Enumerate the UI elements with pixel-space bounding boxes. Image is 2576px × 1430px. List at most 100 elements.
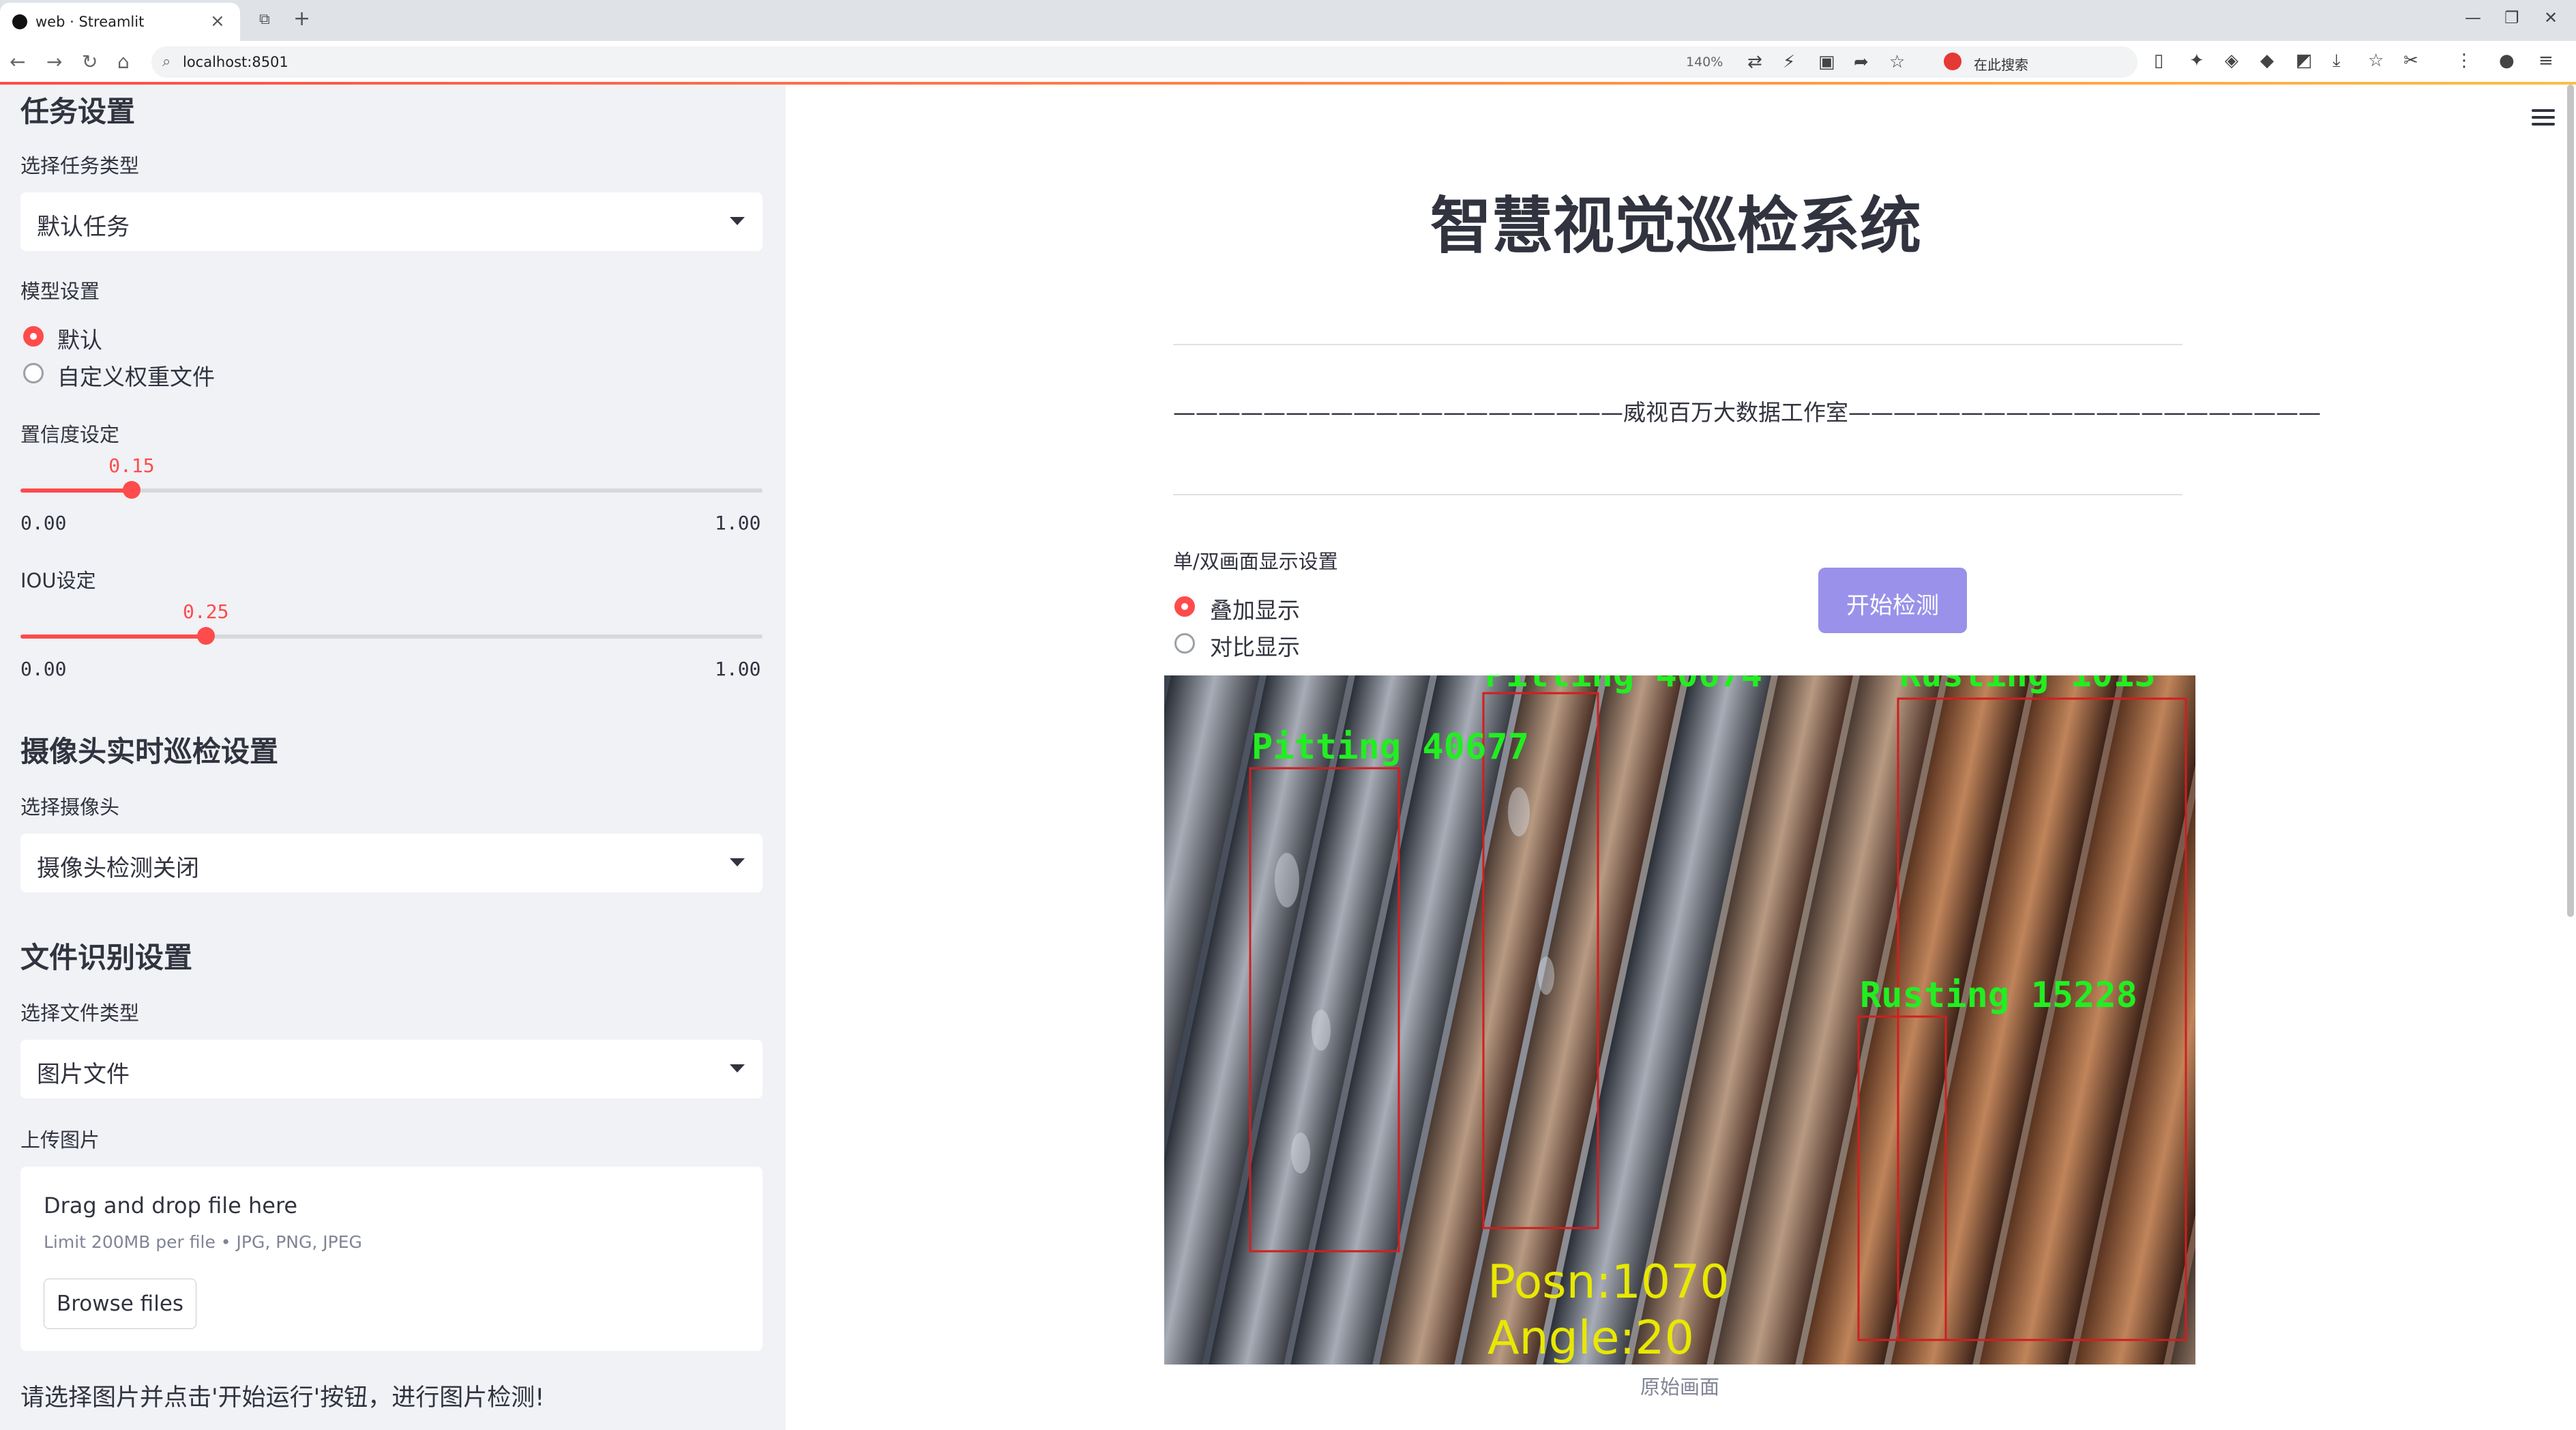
detection-label: Pitting 40677 [1252, 727, 1529, 768]
minimize-icon[interactable]: — [2465, 8, 2481, 27]
back-icon[interactable]: ← [10, 50, 25, 73]
task-type-label: 选择任务类型 [20, 154, 140, 177]
model-settings-label: 模型设置 [20, 280, 100, 303]
start-detection-button[interactable]: 开始检测 [1818, 568, 1967, 633]
file-type-select[interactable]: 图片文件 [20, 1040, 763, 1098]
tab-close-icon[interactable]: × [210, 11, 225, 31]
confidence-slider-fill [20, 488, 132, 493]
forward-icon[interactable]: → [46, 50, 62, 73]
upload-label: 上传图片 [20, 1128, 100, 1152]
menu-dots-icon[interactable]: ⋮ [2455, 50, 2473, 71]
confidence-slider[interactable] [20, 481, 763, 499]
sidebar: 任务设置 选择任务类型 默认任务 模型设置 默认 自定义权重文件 置信度设定 0… [0, 85, 786, 1430]
task-type-select[interactable]: 默认任务 [20, 192, 763, 251]
confidence-label: 置信度设定 [20, 423, 120, 446]
iou-slider-fill [20, 634, 206, 639]
extension-icon[interactable]: ◩ [2296, 50, 2313, 71]
radio-compare-display[interactable] [1174, 633, 1195, 654]
share-icon[interactable]: ➦ [1854, 52, 1869, 72]
camera-settings-heading: 摄像头实时巡检设置 [20, 735, 279, 768]
avatar[interactable]: ● [2499, 50, 2515, 71]
extension-icon[interactable]: ◆ [2260, 50, 2274, 71]
iou-value: 0.25 [183, 600, 229, 623]
angle-readout: Angle:20 [1487, 1311, 1694, 1365]
radio-custom-weights-label[interactable]: 自定义权重文件 [57, 359, 215, 392]
address-bar[interactable]: ⌕ localhost:8501 140% ⇄ ⚡ ▣ ➦ ☆ [151, 46, 2075, 78]
reload-icon[interactable]: ↻ [82, 50, 98, 73]
lightning-icon[interactable]: ⚡ [1783, 52, 1795, 72]
radio-default-model-label[interactable]: 默认 [57, 322, 102, 355]
sidebar-hint: 请选择图片并点击'开始运行'按钮，进行图片检测! [20, 1384, 545, 1412]
address-url: localhost:8501 [183, 54, 288, 70]
camera-select[interactable]: 摄像头检测关闭 [20, 834, 763, 892]
radio-overlay-display-label[interactable]: 叠加显示 [1210, 592, 1300, 625]
bookmark-star-icon[interactable]: ☆ [1889, 52, 1905, 72]
chevron-down-icon [730, 1064, 745, 1072]
scrollbar[interactable] [2567, 85, 2574, 917]
tab-title: web · Streamlit [35, 14, 145, 30]
display-mode-label: 单/双画面显示设置 [1173, 550, 1338, 573]
translate-icon[interactable]: ⇄ [1747, 52, 1762, 72]
dropzone-title: Drag and drop file here [44, 1193, 298, 1219]
file-settings-heading: 文件识别设置 [20, 941, 193, 974]
dropzone-limit: Limit 200MB per file • JPG, PNG, JPEG [44, 1232, 362, 1252]
hamburger-menu-icon[interactable] [2532, 109, 2555, 130]
detection-image-svg: Pitting 40677 Pitting 40674 Rusting 1013… [1164, 675, 2195, 1365]
search-icon: ⌕ [162, 53, 171, 70]
studio-line: ————————————————————威视百万大数据工作室——————————… [1173, 399, 2321, 426]
iou-slider-thumb[interactable] [197, 627, 215, 645]
position-readout: Posn:1070 [1487, 1255, 1730, 1309]
task-type-value: 默认任务 [37, 214, 130, 241]
new-tab-icon[interactable]: + [293, 7, 310, 31]
tab-groups-icon[interactable]: ⧉ [259, 11, 270, 28]
detection-label: Pitting 40674 [1485, 675, 1762, 695]
confidence-min: 0.00 [20, 512, 67, 534]
browser-tab[interactable]: web · Streamlit × [0, 3, 240, 41]
download-icon[interactable]: ⤓ [2333, 50, 2341, 72]
radio-default-model[interactable] [23, 326, 44, 347]
reading-mode-icon[interactable]: ▯ [2154, 50, 2163, 71]
main-content: 智慧视觉巡检系统 ————————————————————威视百万大数据工作室—… [786, 85, 2576, 1430]
iou-min: 0.00 [20, 658, 67, 680]
radio-overlay-display[interactable] [1174, 596, 1195, 617]
page-title: 智慧视觉巡检系统 [1430, 190, 1921, 262]
chevron-down-icon [730, 858, 745, 866]
search-engine-box[interactable]: 在此搜索 [1933, 46, 2137, 78]
streamlit-favicon-icon [12, 14, 27, 29]
screenshot-icon[interactable]: ▣ [1818, 52, 1835, 72]
confidence-value: 0.15 [108, 454, 155, 477]
iou-slider[interactable] [20, 627, 763, 645]
search-engine-logo-icon [1944, 53, 1961, 70]
divider [1173, 494, 2182, 495]
iou-label: IOU设定 [20, 569, 96, 592]
iou-max: 1.00 [715, 658, 761, 680]
browse-files-button[interactable]: Browse files [44, 1279, 196, 1329]
file-type-value: 图片文件 [37, 1061, 130, 1088]
confidence-max: 1.00 [715, 512, 761, 534]
chevron-down-icon [730, 217, 745, 225]
browser-menu-icon[interactable]: ≡ [2538, 50, 2553, 71]
restore-icon[interactable]: ❐ [2504, 8, 2519, 27]
extension-icon[interactable]: ✦ [2189, 50, 2204, 71]
detection-image: Pitting 40677 Pitting 40674 Rusting 1013… [1164, 675, 2195, 1365]
confidence-slider-thumb[interactable] [123, 481, 141, 499]
favorites-icon[interactable]: ☆ [2368, 50, 2384, 71]
image-caption: 原始画面 [1640, 1375, 1719, 1399]
detection-label: Rusting 15228 [1860, 975, 2137, 1016]
camera-select-label: 选择摄像头 [20, 796, 120, 819]
task-settings-heading: 任务设置 [20, 95, 136, 128]
browse-files-label: Browse files [56, 1292, 184, 1316]
radio-custom-weights[interactable] [23, 363, 44, 383]
scissors-icon[interactable]: ✂ [2403, 50, 2418, 71]
browser-tab-bar: web · Streamlit × ⧉ + — ❐ ✕ [0, 0, 2576, 41]
start-detection-label: 开始检测 [1846, 592, 1939, 619]
file-dropzone[interactable]: Drag and drop file here Limit 200MB per … [20, 1167, 763, 1351]
zoom-indicator[interactable]: 140% [1686, 55, 1723, 70]
window-close-icon[interactable]: ✕ [2544, 8, 2558, 27]
home-icon[interactable]: ⌂ [117, 50, 130, 73]
radio-compare-display-label[interactable]: 对比显示 [1210, 629, 1300, 662]
browser-toolbar: ← → ↻ ⌂ ⌕ localhost:8501 140% ⇄ ⚡ ▣ ➦ ☆ … [0, 41, 2576, 84]
extension-icon[interactable]: ◈ [2225, 50, 2238, 71]
file-type-label: 选择文件类型 [20, 1002, 140, 1025]
detection-label: Rusting 1013 [1899, 675, 2156, 695]
